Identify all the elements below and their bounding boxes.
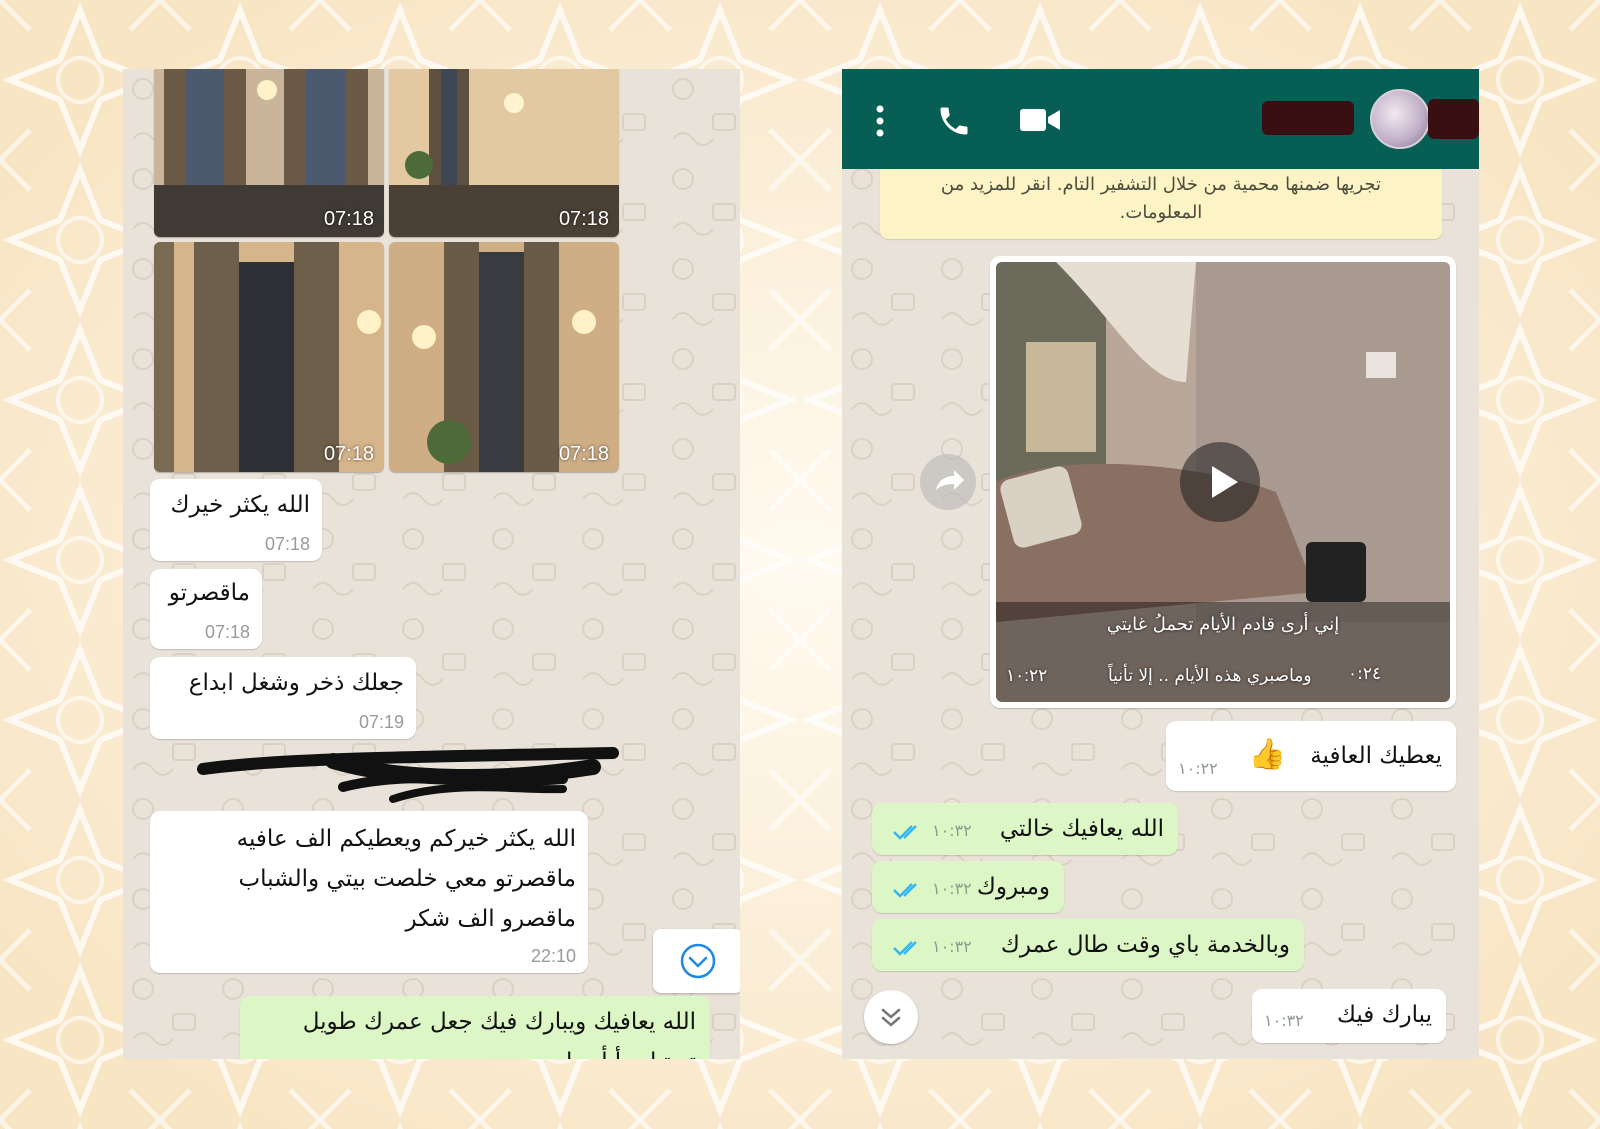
video-caption: إني أرى قادم الأيام تحملُ غايتي xyxy=(1106,614,1340,635)
message-bubble[interactable]: ماقصرتو 07:18 xyxy=(150,569,262,649)
contact-avatar[interactable] xyxy=(1370,89,1430,149)
message-text: جعلك ذخر وشغل ابداع xyxy=(188,670,404,696)
message-text-line: ماقصرو الف شكر xyxy=(405,906,576,932)
video-call-icon[interactable] xyxy=(1020,105,1060,135)
message-time: 07:18 xyxy=(264,534,310,554)
message-text: ومبروك xyxy=(976,874,1050,900)
phone-icon[interactable] xyxy=(936,103,972,139)
photo-curtains-3[interactable]: 07:18 xyxy=(154,242,384,472)
play-button[interactable] xyxy=(1180,442,1260,522)
encryption-notice-line: تجريها ضمنها محمية من خلال التشفير التام… xyxy=(940,174,1382,195)
message-text: يعطيك العافية xyxy=(1310,743,1442,769)
forward-icon xyxy=(936,470,964,490)
message-time: ١٠:٣٢ xyxy=(932,879,972,898)
message-time: 07:18 xyxy=(204,622,250,642)
message-time: 07:19 xyxy=(358,712,404,732)
forward-button[interactable] xyxy=(920,454,976,510)
video-caption-2: وماصبري هذه الأيام .. إلا تأنياً xyxy=(1108,666,1312,686)
message-text-line: ماقصرتو معي خلصت بيتي والشباب xyxy=(238,866,576,892)
video-message-bubble[interactable]: إني أرى قادم الأيام تحملُ غايتي ١٠:٢٢ وم… xyxy=(990,256,1456,708)
video-duration: ٠:٢٤ xyxy=(1348,664,1382,684)
left-chat-screenshot: 07:18 07:18 07:18 07:18 الله يكثر خيرك 0… xyxy=(123,69,740,1059)
encryption-notice[interactable]: تجريها ضمنها محمية من خلال التشفير التام… xyxy=(880,169,1442,239)
outgoing-message-bubble[interactable]: الله يعافيك ويبارك فيك جعل عمرك طويل تو … xyxy=(240,996,710,1059)
outgoing-message-bubble[interactable]: وبالخدمة باي وقت طال عمرك ١٠:٣٢ xyxy=(872,919,1304,971)
message-text: يبارك فيك xyxy=(1336,1002,1432,1028)
outgoing-message-bubble[interactable]: ومبروك ١٠:٣٢ xyxy=(872,861,1064,913)
outgoing-message-bubble[interactable]: الله يعافيك خالتي ١٠:٣٢ xyxy=(872,803,1178,855)
message-text-line: الله يعافيك ويبارك فيك جعل عمرك طويل xyxy=(302,1009,696,1035)
message-bubble[interactable]: الله يكثر خيركم ويعطيكم الف عافيه ماقصرت… xyxy=(150,811,588,973)
double-chevron-down-icon xyxy=(881,1008,901,1027)
play-icon xyxy=(1212,466,1238,498)
message-time: ١٠:٣٢ xyxy=(932,821,972,840)
video-thumbnail[interactable]: إني أرى قادم الأيام تحملُ غايتي ١٠:٢٢ وم… xyxy=(996,262,1450,702)
message-text: وبالخدمة باي وقت طال عمرك xyxy=(1000,932,1290,958)
video-camera-icon xyxy=(1398,668,1450,702)
photo-time: 07:18 xyxy=(323,208,374,230)
redacted-contact-name xyxy=(1262,101,1354,135)
read-ticks-icon xyxy=(893,883,917,898)
message-bubble[interactable]: جعلك ذخر وشغل ابداع 07:19 xyxy=(150,657,416,739)
photo-time: 07:18 xyxy=(323,443,374,465)
message-text: الله يكثر خيرك xyxy=(170,492,310,518)
photo-curtains-1[interactable]: 07:18 xyxy=(154,69,384,237)
more-vert-icon[interactable] xyxy=(874,105,886,137)
message-time: ١٠:٢٢ xyxy=(1178,759,1218,778)
message-time: ١٠:٣٢ xyxy=(932,937,972,956)
message-text: ماقصرتو xyxy=(168,580,250,606)
right-chat-screenshot: تجريها ضمنها محمية من خلال التشفير التام… xyxy=(842,69,1479,1059)
incoming-message-bubble[interactable]: يبارك فيك ١٠:٣٢ xyxy=(1252,989,1446,1043)
message-text: الله يعافيك خالتي xyxy=(999,816,1164,842)
redaction-scribble xyxy=(197,747,619,803)
scroll-down-button[interactable] xyxy=(864,990,918,1044)
read-ticks-icon xyxy=(893,825,917,840)
read-ticks-icon xyxy=(893,941,917,956)
photo-curtains-4[interactable]: 07:18 xyxy=(389,242,619,472)
message-time: ١٠:٣٢ xyxy=(1264,1011,1304,1030)
encryption-notice-line: المعلومات. xyxy=(1119,202,1203,223)
message-time: 22:10 xyxy=(530,946,576,966)
photo-time: 07:18 xyxy=(558,443,609,465)
message-text-line: تو تباب أبأب ا xyxy=(240,1042,710,1059)
chevron-down-circle-icon xyxy=(680,943,716,979)
video-time: ١٠:٢٢ xyxy=(1006,666,1048,685)
message-bubble[interactable]: الله يكثر خيرك 07:18 xyxy=(150,479,322,561)
chat-header xyxy=(842,69,1479,169)
scroll-to-bottom-button[interactable] xyxy=(653,929,740,993)
photo-curtains-2[interactable]: 07:18 xyxy=(389,69,619,237)
photo-time: 07:18 xyxy=(558,208,609,230)
message-text-line: الله يكثر خيركم ويعطيكم الف عافيه xyxy=(236,826,576,852)
redacted-contact-info xyxy=(1428,99,1479,139)
incoming-message-bubble[interactable]: يعطيك العافية 👍 ١٠:٢٢ xyxy=(1166,721,1456,791)
thumbs-up-icon: 👍 xyxy=(1248,737,1286,772)
